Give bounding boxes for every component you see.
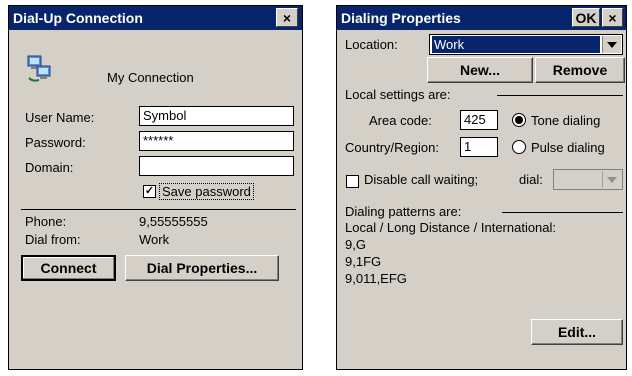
local-settings-label: Local settings are: [345,87,451,102]
network-connection-icon [25,54,55,84]
dialup-title: Dial-Up Connection [13,10,143,26]
save-password-checkbox[interactable]: ✓ [143,185,156,198]
user-name-label: User Name: [25,110,95,125]
dialing-title: Dialing Properties [341,10,461,26]
dialing-close-button[interactable]: × [602,8,623,27]
dialup-title-bar: Dial-Up Connection × [9,6,302,30]
separator [21,209,296,210]
dial-from-value: Work [139,232,170,247]
domain-label: Domain: [25,160,74,175]
save-password-label[interactable]: Save password [159,183,254,200]
dial-label: dial: [519,172,543,187]
disable-call-waiting-checkbox[interactable] [346,175,359,188]
chevron-down-icon[interactable] [602,171,621,188]
location-dropdown[interactable]: Work [429,34,623,55]
dialup-close-button[interactable]: × [276,8,298,27]
dialing-patterns-label: Dialing patterns are: [345,204,462,219]
ok-button[interactable]: OK [572,8,600,27]
dial-from-label: Dial from: [25,232,81,247]
dialing-pattern-international: 9,011,EFG [345,271,407,286]
separator [502,212,623,213]
location-value: Work [432,36,600,53]
chevron-down-icon[interactable] [602,36,621,53]
pulse-dialing-label: Pulse dialing [531,140,605,155]
country-region-input[interactable]: 1 [460,137,498,157]
dialup-connection-window: Dial-Up Connection × My Connection User … [8,5,303,370]
location-label: Location: [345,37,398,52]
edit-patterns-button[interactable]: Edit... [531,319,623,345]
pulse-dialing-radio[interactable] [512,140,526,154]
new-location-button[interactable]: New... [427,57,533,83]
dialing-pattern-local: 9,G [345,237,366,252]
password-label: Password: [25,135,86,150]
connect-button[interactable]: Connect [21,255,116,281]
call-waiting-code-dropdown[interactable] [553,169,623,190]
phone-label: Phone: [25,214,67,229]
area-code-label: Area code: [369,113,432,128]
connection-name: My Connection [107,70,194,85]
tone-dialing-radio[interactable] [512,113,526,127]
dial-properties-button[interactable]: Dial Properties... [125,255,279,281]
separator [497,95,623,96]
country-region-label: Country/Region: [345,140,439,155]
dialing-properties-window: Dialing Properties OK × Location: Work N… [336,5,627,370]
dialing-title-bar: Dialing Properties OK × [337,6,626,30]
dialing-pattern-long-distance: 9,1FG [345,254,382,269]
dialing-patterns-header: Local / Long Distance / International: [345,220,557,235]
remove-location-button[interactable]: Remove [535,57,625,83]
domain-input[interactable] [139,156,294,176]
password-input[interactable]: ****** [139,131,294,151]
user-name-input[interactable]: Symbol [139,106,294,126]
area-code-input[interactable]: 425 [460,110,498,130]
disable-call-waiting-label: Disable call waiting; [364,172,479,187]
tone-dialing-label: Tone dialing [531,113,601,128]
phone-value: 9,55555555 [139,214,208,229]
